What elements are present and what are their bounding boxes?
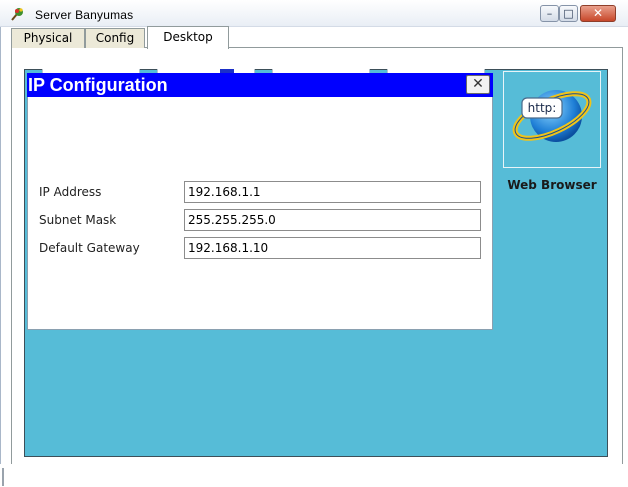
web-browser-app[interactable]: http: <box>503 71 601 168</box>
close-icon: ✕ <box>472 76 484 92</box>
web-browser-label[interactable]: Web Browser <box>497 178 607 192</box>
ip-address-label: IP Address <box>39 185 102 199</box>
resize-edge <box>2 468 4 486</box>
web-browser-icon: http: <box>512 90 592 142</box>
window-title: Server Banyumas <box>35 8 134 22</box>
minimize-button[interactable]: – <box>540 5 559 22</box>
close-button[interactable]: ✕ <box>580 5 616 22</box>
tab-physical[interactable]: Physical <box>11 28 85 48</box>
ip-address-input[interactable] <box>184 181 481 203</box>
subnet-mask-input[interactable] <box>184 209 481 231</box>
default-gateway-input[interactable] <box>184 237 481 259</box>
ip-configuration-close-button[interactable]: ✕ <box>466 75 490 94</box>
default-gateway-label: Default Gateway <box>39 241 140 255</box>
maximize-icon: □ <box>563 7 574 20</box>
window-bottom-edge <box>0 464 628 487</box>
http-label: http: <box>528 101 557 115</box>
subnet-mask-label: Subnet Mask <box>39 213 117 227</box>
ip-configuration-title: IP Configuration <box>28 75 168 95</box>
close-icon: ✕ <box>592 6 604 20</box>
packet-tracer-app-icon <box>11 8 23 21</box>
minimize-icon: – <box>546 7 553 20</box>
tab-config[interactable]: Config <box>85 28 145 48</box>
tab-desktop[interactable]: Desktop <box>147 26 229 49</box>
maximize-button[interactable]: □ <box>559 5 578 22</box>
